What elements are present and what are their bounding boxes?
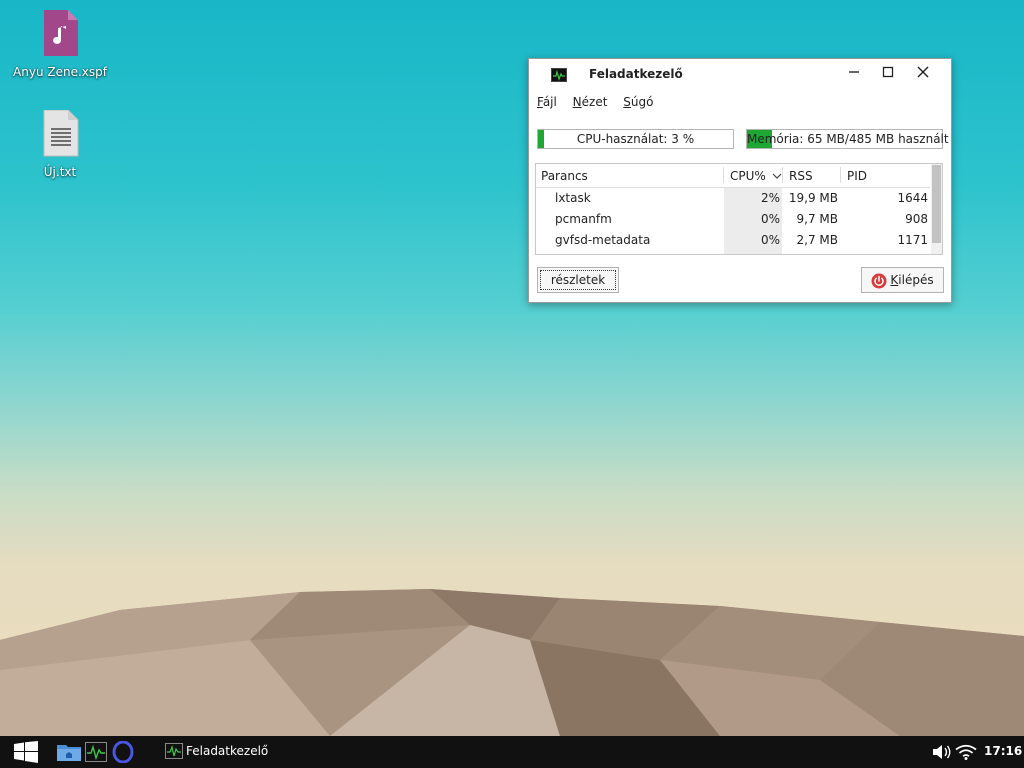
table-row[interactable]: pcmanfm 0% 9,7 MB 908 (536, 209, 930, 230)
power-icon (871, 273, 887, 288)
desktop-icon-uj-txt[interactable]: Új.txt (12, 109, 108, 179)
close-icon (917, 66, 929, 78)
clock[interactable]: 17:16 (984, 744, 1022, 758)
menu-file[interactable]: Fájl (537, 95, 557, 109)
cell-command: lxtask (555, 191, 591, 205)
opera-browser-icon[interactable] (112, 741, 134, 763)
task-manager-launcher-icon[interactable] (85, 742, 107, 762)
cell-rss: 19,9 MB (788, 191, 838, 205)
table-row[interactable]: gvfsd-metadata 0% 2,7 MB 1171 (536, 230, 930, 251)
title-bar[interactable]: Feladatkezelő (529, 59, 951, 89)
details-button[interactable]: részletek (537, 267, 619, 293)
task-manager-task-icon (165, 743, 183, 759)
cell-rss: 2,7 MB (796, 233, 838, 247)
taskbar-task-button[interactable]: Feladatkezelő (186, 744, 268, 758)
cell-rss: 9,7 MB (796, 212, 838, 226)
activity-monitor-icon (551, 68, 567, 82)
text-file-icon (43, 109, 79, 157)
minimize-icon (849, 71, 859, 73)
cell-cpu: 2% (760, 191, 780, 205)
menu-help[interactable]: Súgó (623, 95, 653, 109)
file-manager-icon[interactable] (57, 743, 81, 761)
maximize-button[interactable] (877, 65, 899, 83)
column-header-command[interactable]: Parancs (541, 169, 588, 183)
table-header: Parancs CPU% RSS PID (536, 164, 930, 188)
memory-usage-bar: Memória: 65 MB/485 MB használt (746, 129, 949, 149)
memory-usage-label: Memória: 65 MB/485 MB használt (747, 132, 949, 146)
quit-button[interactable]: Kilépés (861, 267, 944, 293)
cpu-usage-bar: CPU-használat: 3 % (537, 129, 734, 149)
close-button[interactable] (912, 65, 934, 83)
column-header-pid[interactable]: PID (847, 169, 867, 183)
column-header-cpu[interactable]: CPU% (730, 169, 782, 183)
wifi-icon[interactable] (955, 744, 977, 760)
task-manager-window: Feladatkezelő Fájl Nézet Súgó CPU-haszná… (528, 58, 952, 303)
desktop-icon-anyu-zene[interactable]: Anyu Zene.xspf (12, 10, 108, 79)
maximize-icon (882, 66, 894, 78)
taskbar: Feladatkezelő 17:16 (0, 736, 1024, 768)
volume-icon[interactable] (932, 744, 952, 760)
column-header-rss[interactable]: RSS (789, 169, 813, 183)
menu-bar: Fájl Nézet Súgó (537, 95, 665, 111)
process-table: Parancs CPU% RSS PID lxtask 2% 19,9 MB 1… (535, 163, 943, 255)
cell-command: gvfsd-metadata (555, 233, 651, 247)
vertical-scrollbar[interactable] (931, 164, 942, 254)
scrollbar-thumb[interactable] (932, 165, 941, 243)
cell-command: pcmanfm (555, 212, 612, 226)
menu-view[interactable]: Nézet (573, 95, 608, 109)
start-menu-icon[interactable] (14, 741, 38, 763)
cell-cpu: 0% (760, 212, 780, 226)
window-title: Feladatkezelő (589, 67, 683, 81)
desktop-icon-label: Új.txt (43, 165, 77, 179)
desktop-icon-label: Anyu Zene.xspf (13, 65, 107, 79)
minimize-button[interactable] (843, 65, 865, 83)
cell-pid: 908 (905, 212, 928, 226)
table-row[interactable]: lxtask 2% 19,9 MB 1644 (536, 188, 930, 209)
cell-pid: 1171 (897, 233, 928, 247)
cell-pid: 1644 (897, 191, 928, 205)
cpu-usage-label: CPU-használat: 3 % (576, 132, 695, 146)
sort-descending-icon (772, 173, 782, 179)
music-file-icon (44, 10, 78, 56)
cell-cpu: 0% (760, 233, 780, 247)
